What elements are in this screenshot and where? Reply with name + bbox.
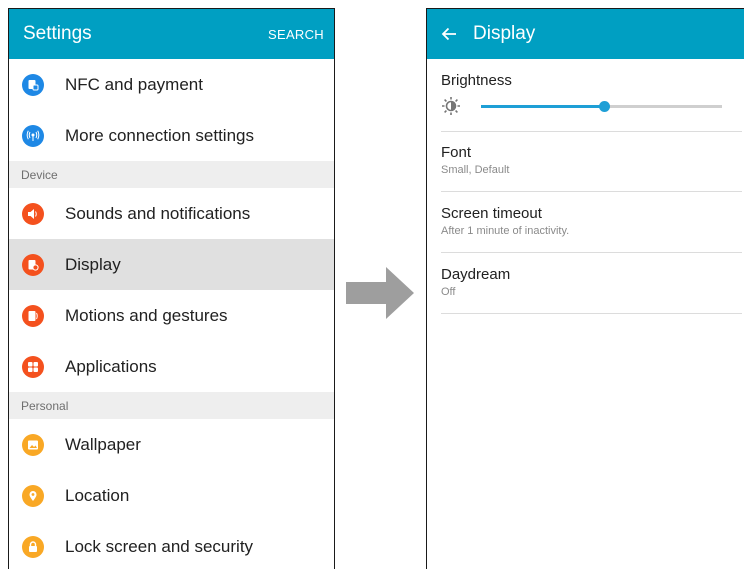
antenna-icon xyxy=(22,124,44,147)
setting-font[interactable]: Font Small, Default xyxy=(427,131,744,192)
brightness-setting: Brightness xyxy=(427,59,744,132)
brightness-slider-row xyxy=(441,96,742,116)
brightness-label: Brightness xyxy=(441,72,512,89)
motions-icon xyxy=(22,304,44,327)
setting-title: Font xyxy=(441,144,472,161)
setting-title: Screen timeout xyxy=(441,205,542,222)
setting-subtitle: After 1 minute of inactivity. xyxy=(441,225,570,237)
page-title: Settings xyxy=(23,23,92,44)
menu-item-motions-and-gestures[interactable]: Motions and gestures xyxy=(9,290,334,341)
menu-item-label: Location xyxy=(65,485,130,505)
setting-screen-timeout-row: Screen timeout After 1 minute of inactiv… xyxy=(441,192,742,253)
apps-grid-icon xyxy=(22,355,44,378)
menu-item-applications[interactable]: Applications xyxy=(9,341,334,392)
section-header-device: Device xyxy=(9,161,334,188)
menu-item-label: Sounds and notifications xyxy=(65,203,251,223)
display-screen: Display Brightness Font Small, Default S… xyxy=(426,8,744,569)
volume-icon xyxy=(22,202,44,225)
back-arrow-icon[interactable] xyxy=(441,25,459,43)
menu-item-sounds-and-notifications[interactable]: Sounds and notifications xyxy=(9,188,334,239)
setting-daydream[interactable]: Daydream Off xyxy=(427,253,744,314)
menu-item-label: Wallpaper xyxy=(65,434,141,454)
setting-subtitle: Off xyxy=(441,286,456,298)
page-title: Display xyxy=(473,23,536,44)
menu-item-more-connection-settings[interactable]: More connection settings xyxy=(9,110,334,161)
wallpaper-icon xyxy=(22,433,44,456)
settings-app-bar: Settings SEARCH xyxy=(9,9,334,59)
menu-item-nfc-and-payment[interactable]: NFC and payment xyxy=(9,59,334,110)
menu-item-wallpaper[interactable]: Wallpaper xyxy=(9,419,334,470)
setting-daydream-row: Daydream Off xyxy=(441,253,742,314)
menu-item-label: Motions and gestures xyxy=(65,305,228,325)
section-header-personal: Personal xyxy=(9,392,334,419)
setting-font-row: Font Small, Default xyxy=(441,131,742,192)
lock-icon xyxy=(22,535,44,558)
menu-item-display[interactable]: Display xyxy=(9,239,334,290)
menu-item-label: Applications xyxy=(65,356,157,376)
menu-item-lock-screen-and-security[interactable]: Lock screen and security xyxy=(9,521,334,569)
brightness-slider-fill xyxy=(481,104,604,108)
display-app-bar: Display xyxy=(427,9,744,59)
menu-item-location[interactable]: Location xyxy=(9,470,334,521)
menu-item-label: NFC and payment xyxy=(65,74,203,94)
setting-screen-timeout[interactable]: Screen timeout After 1 minute of inactiv… xyxy=(427,192,744,253)
brightness-row: Brightness xyxy=(441,72,742,132)
brightness-sun-icon xyxy=(441,96,461,116)
setting-subtitle: Small, Default xyxy=(441,164,510,176)
nfc-icon xyxy=(22,73,44,96)
search-button[interactable]: SEARCH xyxy=(268,27,324,42)
setting-title: Daydream xyxy=(441,266,511,283)
menu-item-label: More connection settings xyxy=(65,125,254,145)
display-icon xyxy=(22,253,44,276)
brightness-slider[interactable] xyxy=(481,100,722,112)
location-pin-icon xyxy=(22,484,44,507)
menu-item-label: Lock screen and security xyxy=(65,536,254,556)
menu-item-label: Display xyxy=(65,254,121,274)
brightness-slider-thumb[interactable] xyxy=(598,100,610,112)
right-arrow-icon xyxy=(346,267,414,324)
settings-screen: Settings SEARCH NFC and payment More con… xyxy=(8,8,335,569)
